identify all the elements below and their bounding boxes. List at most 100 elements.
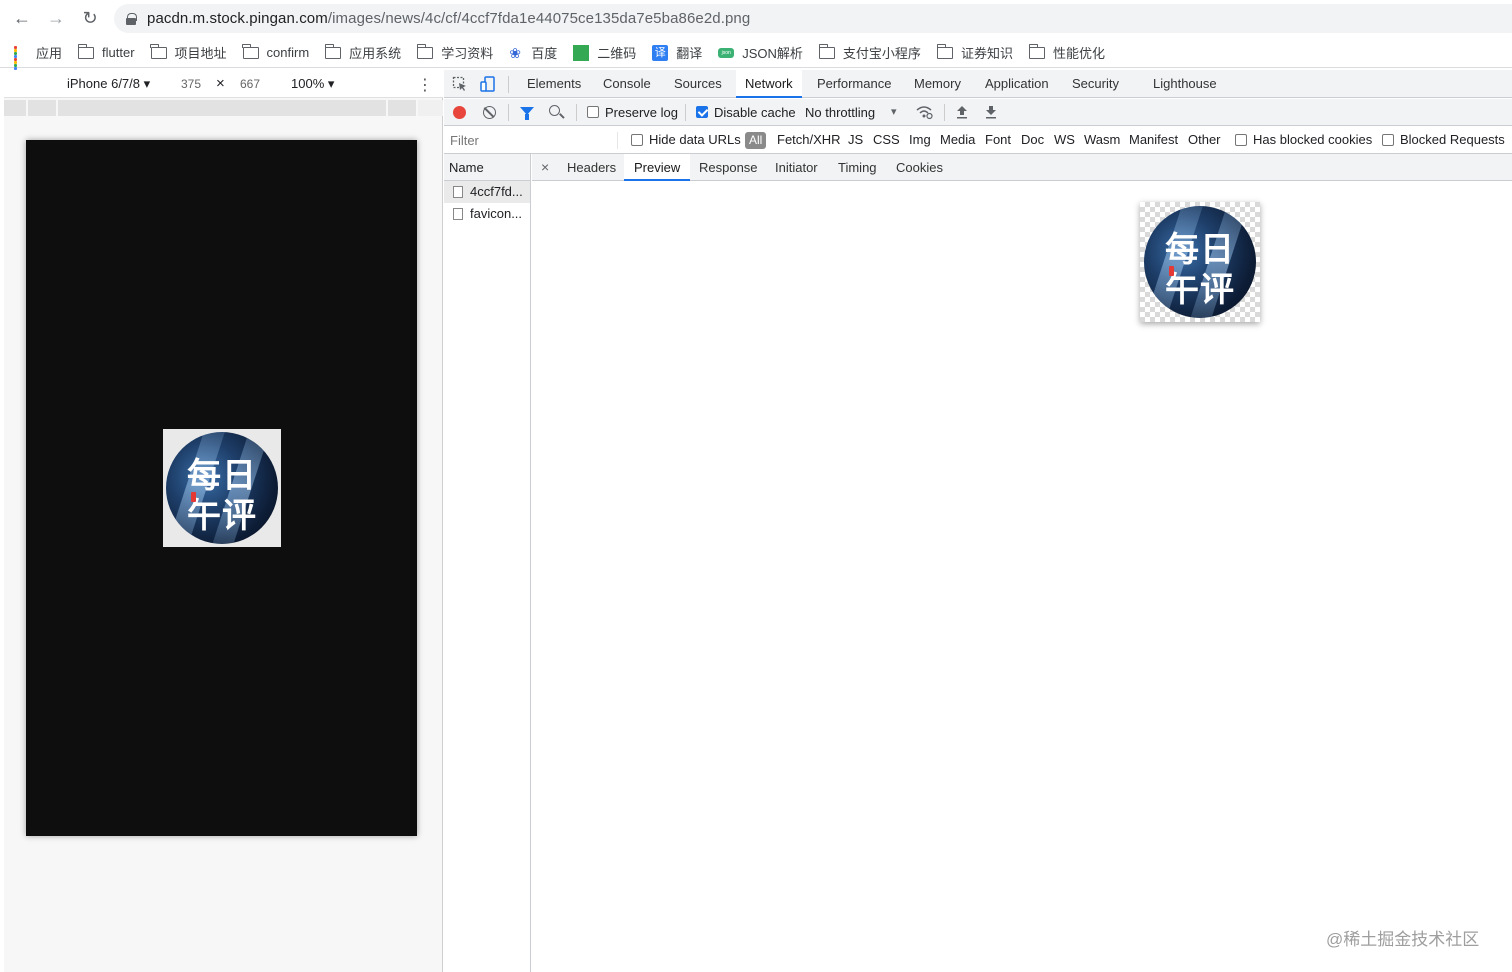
page-image: 每日 午评	[163, 429, 281, 547]
disable-cache-checkbox[interactable]	[696, 106, 708, 118]
qrcode-icon	[573, 44, 590, 61]
ruler-segment[interactable]	[388, 100, 418, 116]
tab-preview[interactable]: Preview	[624, 154, 691, 181]
filter-fetch-xhr[interactable]: Fetch/XHR	[777, 132, 841, 147]
bookmark-translate[interactable]: 译翻译	[652, 43, 702, 62]
filter-img[interactable]: Img	[909, 132, 931, 147]
url-text: pacdn.m.stock.pingan.com/images/news/4c/…	[147, 10, 751, 27]
bookmark-project[interactable]: 项目地址	[150, 43, 227, 62]
tab-sources[interactable]: Sources	[674, 70, 722, 98]
device-toggle-icon[interactable]	[480, 76, 496, 92]
folder-icon	[242, 43, 259, 59]
apps-grid-icon	[14, 45, 28, 73]
bookmark-flutter[interactable]: flutter	[77, 43, 135, 60]
bookmark-baidu[interactable]: ❀ 百度	[509, 43, 557, 62]
ruler-segment[interactable]	[4, 100, 28, 116]
more-options-icon[interactable]: ⋮	[417, 75, 433, 95]
omnibox[interactable]: pacdn.m.stock.pingan.com/images/news/4c/…	[114, 4, 1512, 33]
import-har-icon[interactable]	[955, 105, 969, 119]
tab-lighthouse[interactable]: Lighthouse	[1153, 70, 1217, 98]
filter-ws[interactable]: WS	[1054, 132, 1075, 147]
bookmark-app-system[interactable]: 应用系统	[324, 43, 401, 62]
device-height-input[interactable]: 667	[228, 74, 272, 94]
bookmark-confirm[interactable]: confirm	[242, 43, 309, 60]
json-icon: json	[718, 47, 735, 58]
network-conditions-icon[interactable]	[915, 104, 933, 120]
bookmark-qrcode[interactable]: 二维码	[573, 43, 636, 62]
close-detail-icon[interactable]: ×	[541, 154, 549, 181]
record-icon[interactable]	[453, 106, 466, 119]
phone-viewport[interactable]: 每日 午评	[26, 140, 417, 836]
tab-memory[interactable]: Memory	[914, 70, 961, 98]
ruler-segment[interactable]	[28, 100, 58, 116]
disable-cache-label: Disable cache	[714, 105, 796, 120]
devtools-panel: Elements Console Sources Network Perform…	[444, 70, 1512, 972]
bookmark-alipay[interactable]: 支付宝小程序	[818, 43, 921, 62]
folder-icon	[77, 43, 95, 59]
bookmark-apps[interactable]: 应用	[14, 43, 62, 73]
bookmark-learning[interactable]: 学习资料	[416, 43, 493, 62]
devtools-tab-bar: Elements Console Sources Network Perform…	[444, 70, 1512, 98]
hide-data-urls-label: Hide data URLs	[649, 132, 741, 147]
has-blocked-cookies-label: Has blocked cookies	[1253, 132, 1373, 147]
hide-data-urls-checkbox[interactable]	[631, 134, 643, 146]
filter-wasm[interactable]: Wasm	[1084, 132, 1120, 147]
filter-media[interactable]: Media	[940, 132, 975, 147]
filter-bar: Filter Hide data URLs All Fetch/XHR JS C…	[444, 127, 1512, 154]
tab-security[interactable]: Security	[1072, 70, 1119, 98]
preserve-log-checkbox[interactable]	[587, 106, 599, 118]
tab-performance[interactable]: Performance	[817, 70, 891, 98]
table-row[interactable]: 4ccf7fd...	[444, 181, 530, 203]
forward-icon[interactable]: →	[44, 6, 68, 30]
back-icon[interactable]: ←	[10, 6, 34, 30]
translate-icon: 译	[652, 44, 669, 61]
filter-doc[interactable]: Doc	[1021, 132, 1044, 147]
device-toolbar: iPhone 6/7/8 ▾ 375 × 667 100% ▾ ⋮	[4, 70, 443, 98]
address-bar: ← → ↻ pacdn.m.stock.pingan.com/images/ne…	[0, 0, 1512, 36]
tab-elements[interactable]: Elements	[527, 70, 581, 98]
filter-input[interactable]: Filter	[450, 133, 479, 148]
zoom-select[interactable]: 100% ▾	[291, 76, 334, 92]
ruler-segment[interactable]	[58, 100, 388, 116]
filter-other[interactable]: Other	[1188, 132, 1221, 147]
throttling-select[interactable]: No throttling	[805, 105, 875, 120]
filter-css[interactable]: CSS	[873, 132, 900, 147]
inspect-element-icon[interactable]	[452, 76, 468, 92]
daily-review-logo-icon: 每日 午评	[1144, 206, 1256, 318]
preserve-log-label: Preserve log	[605, 105, 678, 120]
device-select[interactable]: iPhone 6/7/8 ▾	[67, 76, 150, 92]
filter-icon[interactable]	[520, 107, 534, 120]
filter-manifest[interactable]: Manifest	[1129, 132, 1178, 147]
tab-timing[interactable]: Timing	[838, 154, 877, 181]
device-emulation-pane: iPhone 6/7/8 ▾ 375 × 667 100% ▾ ⋮ 每日 午评	[4, 70, 443, 972]
tab-console[interactable]: Console	[603, 70, 651, 98]
throttling-dropdown-icon[interactable]: ▾	[891, 105, 897, 118]
table-row[interactable]: favicon...	[444, 203, 530, 225]
folder-icon	[818, 43, 835, 59]
filter-all-button[interactable]: All	[745, 132, 767, 149]
tab-response[interactable]: Response	[699, 154, 758, 181]
filter-font[interactable]: Font	[985, 132, 1011, 147]
footer-watermark: @稀土掘金技术社区	[1326, 930, 1480, 949]
media-query-ruler[interactable]	[4, 100, 443, 116]
device-width-input[interactable]: 375	[169, 74, 213, 94]
search-icon[interactable]	[549, 105, 560, 116]
blocked-requests-checkbox[interactable]	[1382, 134, 1394, 146]
name-column-header[interactable]: Name	[444, 154, 530, 181]
file-icon	[453, 208, 463, 220]
bookmark-json[interactable]: json JSON解析	[718, 43, 803, 62]
folder-icon	[1028, 43, 1045, 59]
has-blocked-cookies-checkbox[interactable]	[1235, 134, 1247, 146]
reload-icon[interactable]: ↻	[78, 6, 102, 30]
tab-application[interactable]: Application	[985, 70, 1049, 98]
tab-network[interactable]: Network	[736, 70, 802, 98]
bookmark-securities[interactable]: 证券知识	[936, 43, 1013, 62]
export-har-icon[interactable]	[984, 105, 998, 119]
clear-icon[interactable]	[483, 106, 496, 119]
folder-icon	[324, 43, 342, 59]
tab-initiator[interactable]: Initiator	[775, 154, 818, 181]
filter-js[interactable]: JS	[848, 132, 863, 147]
bookmark-performance[interactable]: 性能优化	[1028, 43, 1105, 62]
tab-cookies[interactable]: Cookies	[896, 154, 943, 181]
tab-headers[interactable]: Headers	[567, 154, 616, 181]
